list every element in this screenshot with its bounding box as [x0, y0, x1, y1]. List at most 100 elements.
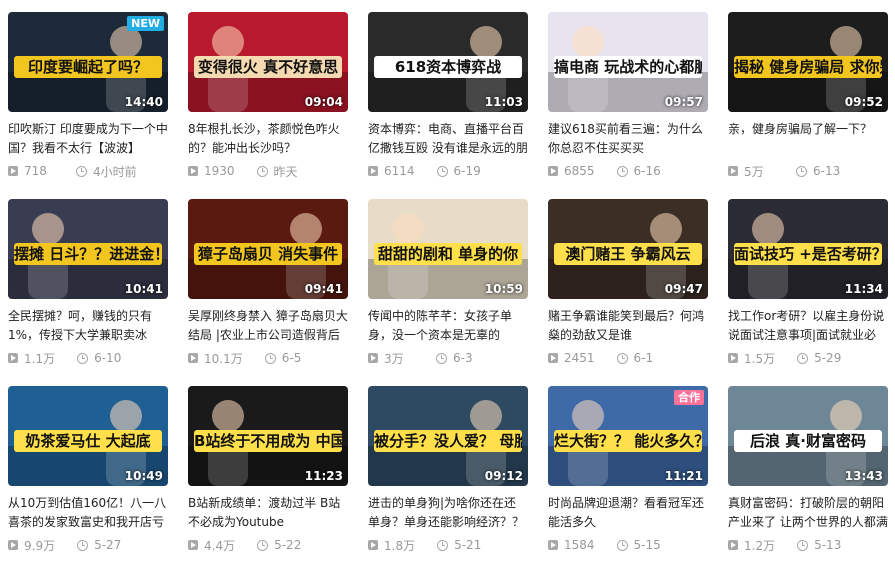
video-meta: 10.1万 6-5 — [188, 350, 348, 366]
video-duration: 13:43 — [844, 469, 883, 483]
video-thumbnail[interactable]: 618资本博弈战 11:03 — [368, 12, 528, 112]
video-title[interactable]: 赌王争霸谁能笑到最后？何鸿燊的劲敌又是谁 — [548, 307, 708, 345]
publish-date: 5-22 — [274, 538, 302, 552]
video-card[interactable]: 獐子岛扇贝 消失事件 09:41 吴厚刚终身禁入 獐子岛扇贝大结局 |农业上市公司造… — [188, 199, 348, 386]
video-thumbnail[interactable]: 印度要崛起了吗？ NEW 14:40 — [8, 12, 168, 112]
video-card[interactable]: 印度要崛起了吗？ NEW 14:40 印吹斯汀 印度要成为下一个中国？我看不太行【波波… — [8, 12, 168, 199]
video-card[interactable]: 摆摊 日斗？？进进金！！ 10:41 全民摆摊？呵，赚钱的只有1%，传授下大学兼职卖… — [8, 199, 168, 386]
video-meta: 6114 6-19 — [368, 163, 528, 179]
video-title[interactable]: 时尚品牌迎退潮？看看冠军还能活多久 — [548, 494, 708, 532]
video-meta: 6855 6-16 — [548, 163, 708, 179]
video-title[interactable]: 资本博弈：电商、直播平台百亿撒钱互殴 没有谁是永远的朋 — [368, 120, 528, 158]
video-title[interactable]: B站新成绩单：渡劫过半 B站不必成为Youtube — [188, 494, 348, 532]
thumbnail-caption: 甜甜的剧和 单身的你 — [374, 243, 522, 265]
clock-icon — [257, 539, 269, 551]
video-thumbnail[interactable]: 面试技巧 +是否考研？？ 11:34 — [728, 199, 888, 299]
video-thumbnail[interactable]: 獐子岛扇贝 消失事件 09:41 — [188, 199, 348, 299]
thumbnail-caption: 变得很火 真不好意思 — [194, 56, 342, 78]
publish-date: 昨天 — [273, 164, 298, 179]
clock-icon — [796, 165, 807, 177]
video-duration: 11:34 — [844, 282, 883, 296]
play-count-icon — [188, 353, 198, 363]
video-card[interactable]: 搞电商 玩战术的心都脏 09:57 建议618买前看三遍：为什么你总忍不住买买买 68… — [548, 12, 708, 199]
publish-date: 6-10 — [94, 351, 122, 365]
video-meta: 2451 6-1 — [548, 350, 708, 366]
video-thumbnail[interactable]: 甜甜的剧和 单身的你 10:59 — [368, 199, 528, 299]
play-count-icon — [548, 166, 558, 176]
video-title[interactable]: 8年根扎长沙，茶颜悦色咋火的？能冲出长沙吗？ — [188, 120, 348, 158]
play-count-icon — [188, 166, 198, 176]
play-count-icon — [368, 540, 378, 550]
video-card[interactable]: 甜甜的剧和 单身的你 10:59 传闻中的陈芊芊：女孩子单身，没一个资本是无辜的 3万… — [368, 199, 528, 386]
video-duration: 10:49 — [124, 469, 163, 483]
view-count: 1.2万 — [744, 538, 776, 553]
video-duration: 11:03 — [484, 95, 523, 109]
video-card[interactable]: 澳门赌王 争霸风云 09:47 赌王争霸谁能笑到最后？何鸿燊的劲敌又是谁 2451 6-… — [548, 199, 708, 386]
view-count: 4.4万 — [204, 538, 236, 553]
view-count: 10.1万 — [204, 351, 243, 366]
publish-date: 6-3 — [453, 351, 473, 365]
video-title[interactable]: 建议618买前看三遍：为什么你总忍不住买买买 — [548, 120, 708, 158]
video-card[interactable]: 奶茶爱马仕 大起底 10:49 从10万到估值160亿！八一八喜茶的发家致富史和我开… — [8, 386, 168, 573]
publish-date: 6-19 — [453, 164, 481, 178]
video-card[interactable]: 后浪 真·财富密码 13:43 真财富密码：打破阶层的朝阳产业来了 让两个世界的人都… — [728, 386, 888, 573]
video-card[interactable]: 618资本博弈战 11:03 资本博弈：电商、直播平台百亿撒钱互殴 没有谁是永远的朋… — [368, 12, 528, 199]
video-title[interactable]: 吴厚刚终身禁入 獐子岛扇贝大结局 |农业上市公司造假背后 — [188, 307, 348, 345]
video-title[interactable]: 真财富密码：打破阶层的朝阳产业来了 让两个世界的人都满 — [728, 494, 888, 532]
video-thumbnail[interactable]: 奶茶爱马仕 大起底 10:49 — [8, 386, 168, 486]
clock-icon — [616, 352, 628, 364]
view-count: 9.9万 — [24, 538, 56, 553]
thumbnail-caption: 618资本博弈战 — [374, 56, 522, 78]
video-thumbnail[interactable]: 澳门赌王 争霸风云 09:47 — [548, 199, 708, 299]
video-duration: 10:59 — [484, 282, 523, 296]
video-meta: 718 4小时前 — [8, 163, 168, 179]
video-thumbnail[interactable]: 被分手？没人爱？ 母胎solo？ 09:12 — [368, 386, 528, 486]
view-count: 1930 — [204, 164, 235, 178]
video-duration: 14:40 — [124, 95, 163, 109]
view-count: 1.8万 — [384, 538, 416, 553]
video-thumbnail[interactable]: B站终于不用成为 中国YouTube 11:23 — [188, 386, 348, 486]
video-title[interactable]: 找工作or考研？以雇主身份说说面试注意事项|面试就业必看 — [728, 307, 888, 345]
video-meta: 1.8万 5-21 — [368, 537, 528, 553]
video-thumbnail[interactable]: 后浪 真·财富密码 13:43 — [728, 386, 888, 486]
video-thumbnail[interactable]: 变得很火 真不好意思 09:04 — [188, 12, 348, 112]
video-card[interactable]: 揭秘 健身房骗局 求你别再被骗了 09:52 亲，健身房骗局了解一下？ 5万 6-13 — [728, 12, 888, 199]
publish-date: 5-13 — [814, 538, 842, 552]
publish-date: 5-15 — [633, 538, 661, 552]
video-title[interactable]: 传闻中的陈芊芊：女孩子单身，没一个资本是无辜的 — [368, 307, 528, 345]
video-thumbnail[interactable]: 烂大街？？ 能火多久？？ 合作 11:21 — [548, 386, 708, 486]
publish-date: 5-27 — [94, 538, 122, 552]
video-card[interactable]: B站终于不用成为 中国YouTube 11:23 B站新成绩单：渡劫过半 B站不必成… — [188, 386, 348, 573]
clock-icon — [437, 539, 449, 551]
play-count-icon — [8, 166, 18, 176]
video-title[interactable]: 从10万到估值160亿！八一八喜茶的发家致富史和我开店亏 — [8, 494, 168, 532]
play-count-icon — [368, 353, 378, 363]
video-card[interactable]: 烂大街？？ 能火多久？？ 合作 11:21 时尚品牌迎退潮？看看冠军还能活多久 1584… — [548, 386, 708, 573]
video-card[interactable]: 面试技巧 +是否考研？？ 11:34 找工作or考研？以雇主身份说说面试注意事项|面… — [728, 199, 888, 386]
thumbnail-caption: 獐子岛扇贝 消失事件 — [194, 243, 342, 265]
play-count-icon — [188, 540, 198, 550]
video-duration: 09:04 — [304, 95, 343, 109]
clock-icon — [77, 352, 89, 364]
video-thumbnail[interactable]: 搞电商 玩战术的心都脏 09:57 — [548, 12, 708, 112]
thumbnail-caption: 搞电商 玩战术的心都脏 — [554, 56, 702, 78]
video-title[interactable]: 印吹斯汀 印度要成为下一个中国？我看不太行【波波】 — [8, 120, 168, 158]
view-count: 3万 — [384, 351, 404, 366]
video-card[interactable]: 变得很火 真不好意思 09:04 8年根扎长沙，茶颜悦色咋火的？能冲出长沙吗？ 193… — [188, 12, 348, 199]
view-count: 5万 — [744, 164, 764, 179]
video-duration: 09:12 — [484, 469, 523, 483]
clock-icon — [797, 539, 809, 551]
video-thumbnail[interactable]: 摆摊 日斗？？进进金！！ 10:41 — [8, 199, 168, 299]
video-meta: 1584 5-15 — [548, 537, 708, 553]
video-title[interactable]: 亲，健身房骗局了解一下？ — [728, 120, 888, 158]
video-title[interactable]: 进击的单身狗|为啥你还在还单身？单身还能影响经济？？ — [368, 494, 528, 532]
video-title[interactable]: 全民摆摊？呵，赚钱的只有1%，传授下大学兼职卖冰 — [8, 307, 168, 345]
thumbnail-caption: 面试技巧 +是否考研？？ — [734, 243, 882, 265]
video-thumbnail[interactable]: 揭秘 健身房骗局 求你别再被骗了 09:52 — [728, 12, 888, 112]
video-card[interactable]: 被分手？没人爱？ 母胎solo？ 09:12 进击的单身狗|为啥你还在还单身？单身还… — [368, 386, 528, 573]
video-meta: 9.9万 5-27 — [8, 537, 168, 553]
clock-icon — [77, 539, 89, 551]
view-count: 6114 — [384, 164, 415, 178]
view-count: 718 — [24, 164, 47, 178]
thumbnail-caption: 摆摊 日斗？？进进金！！ — [14, 243, 162, 265]
